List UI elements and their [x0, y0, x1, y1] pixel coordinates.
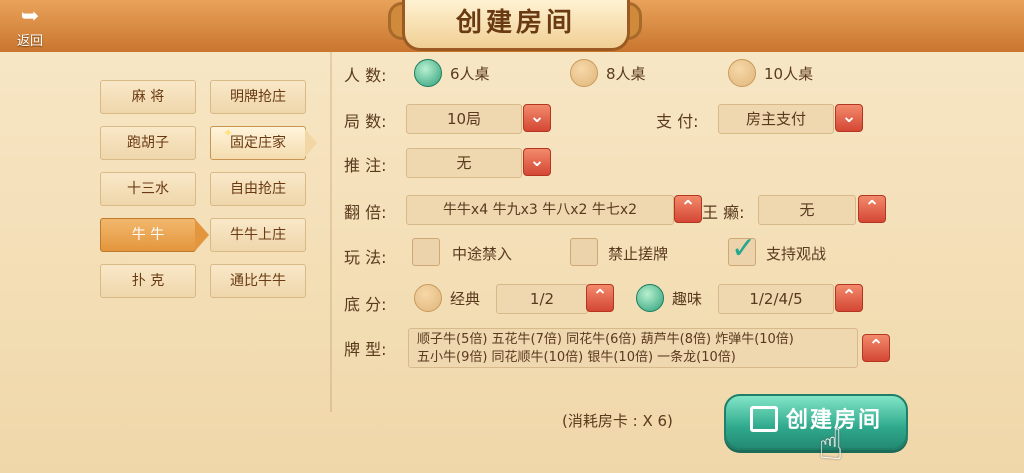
game-category-list: 麻 将 跑胡子 十三水 牛 牛 扑 克	[90, 60, 209, 310]
mode-tab-tongbi[interactable]: 通比牛牛	[210, 264, 306, 298]
radio-fun[interactable]	[636, 284, 664, 312]
category-tab-paohuzi[interactable]: 跑胡子	[100, 126, 196, 160]
column-divider	[330, 52, 332, 412]
sparkle-icon: ✦	[223, 126, 234, 140]
chevron-down-icon: ⌄	[529, 106, 545, 127]
wild-select[interactable]: 无	[758, 195, 856, 225]
fun-score-select[interactable]: 1/2/4/5	[718, 284, 834, 314]
wild-toggle-button[interactable]: ⌃	[858, 195, 886, 223]
option-8-players: 8人桌	[606, 65, 646, 83]
radio-10-players[interactable]	[728, 59, 756, 87]
chevron-up-icon: ⌃	[864, 197, 880, 218]
room-icon	[749, 406, 778, 432]
option-fun: 趣味	[672, 290, 703, 308]
room-card-cost: (消耗房卡 : X 6)	[562, 412, 673, 430]
base-score-label: 底 分:	[344, 295, 387, 314]
push-dropdown-button[interactable]: ⌄	[523, 148, 551, 176]
option-classic: 经典	[450, 290, 481, 308]
mode-tab-fixed-banker[interactable]: ✦ 固定庄家	[210, 126, 317, 160]
option-10-players: 10人桌	[764, 65, 814, 83]
page-title: 创建房间	[402, 0, 630, 51]
checkbox-no-midway-join[interactable]	[412, 238, 440, 266]
option-allow-spectate: 支持观战	[766, 245, 827, 263]
mode-tab-label: 固定庄家	[230, 135, 286, 151]
checkbox-no-card-rubbing[interactable]	[570, 238, 598, 266]
wild-label: 王 癞:	[702, 203, 745, 222]
card-types-line-1: 顺子牛(5倍) 五花牛(7倍) 同花牛(6倍) 葫芦牛(8倍) 炸弹牛(10倍)	[417, 332, 794, 347]
multiple-select[interactable]: 牛牛x4 牛九x3 牛八x2 牛七x2	[406, 195, 674, 225]
multiple-toggle-button[interactable]: ⌃	[674, 195, 702, 223]
chevron-down-icon: ⌄	[529, 150, 545, 171]
players-label: 人 数:	[344, 66, 387, 85]
create-room-button[interactable]: 创建房间	[724, 394, 908, 450]
back-button[interactable]: ➥ 返回	[8, 6, 52, 50]
pointer-hand-icon: ☝	[818, 420, 844, 469]
card-types-line-2: 五小牛(9倍) 同花顺牛(10倍) 银牛(10倍) 一条龙(10倍)	[417, 350, 736, 365]
card-types-toggle[interactable]: ⌃	[862, 334, 890, 362]
pay-select[interactable]: 房主支付	[718, 104, 834, 134]
chevron-up-icon: ⌃	[680, 197, 696, 218]
push-label: 推 注:	[344, 156, 387, 175]
checkmark-icon: ✓	[731, 231, 757, 266]
play-label: 玩 法:	[344, 248, 387, 267]
back-arrow-icon: ➥	[20, 4, 40, 29]
back-label: 返回	[16, 34, 43, 49]
option-6-players: 6人桌	[450, 65, 490, 83]
card-types-box[interactable]: 顺子牛(5倍) 五花牛(7倍) 同花牛(6倍) 葫芦牛(8倍) 炸弹牛(10倍)…	[408, 328, 858, 368]
radio-8-players[interactable]	[570, 59, 598, 87]
multiple-label: 翻 倍:	[344, 203, 387, 222]
checkbox-allow-spectate[interactable]: ✓	[728, 231, 756, 266]
pay-label: 支 付:	[656, 112, 699, 131]
radio-classic[interactable]	[414, 284, 442, 312]
classic-score-toggle[interactable]: ⌃	[586, 284, 614, 312]
mode-tab-niuniu-banker[interactable]: 牛牛上庄	[210, 218, 306, 252]
category-tab-mahjong[interactable]: 麻 将	[100, 80, 196, 114]
option-no-midway-join: 中途禁入	[452, 245, 513, 263]
mode-tab-free-grab[interactable]: 自由抢庄	[210, 172, 306, 206]
category-tab-poker[interactable]: 扑 克	[100, 264, 196, 298]
card-types-label: 牌 型:	[344, 340, 387, 359]
chevron-up-icon: ⌃	[868, 336, 884, 357]
rounds-dropdown-button[interactable]: ⌄	[523, 104, 551, 132]
rounds-select[interactable]: 10局	[406, 104, 522, 134]
push-select[interactable]: 无	[406, 148, 522, 178]
chevron-up-icon: ⌃	[592, 286, 608, 307]
option-no-card-rubbing: 禁止搓牌	[608, 245, 669, 263]
chevron-down-icon: ⌄	[841, 106, 857, 127]
category-tab-shisanshui[interactable]: 十三水	[100, 172, 196, 206]
top-bar: ➥ 返回 创建房间	[0, 0, 1024, 52]
mode-tab-mingpai[interactable]: 明牌抢庄	[210, 80, 306, 114]
classic-score-select[interactable]: 1/2	[496, 284, 588, 314]
chevron-up-icon: ⌃	[841, 286, 857, 307]
radio-6-players[interactable]	[414, 59, 442, 87]
category-tab-niuniu[interactable]: 牛 牛	[100, 218, 209, 252]
mode-list: 明牌抢庄 ✦ 固定庄家 自由抢庄 牛牛上庄 通比牛牛	[208, 60, 317, 310]
rounds-label: 局 数:	[344, 112, 387, 131]
fun-score-toggle[interactable]: ⌃	[835, 284, 863, 312]
pay-dropdown-button[interactable]: ⌄	[835, 104, 863, 132]
